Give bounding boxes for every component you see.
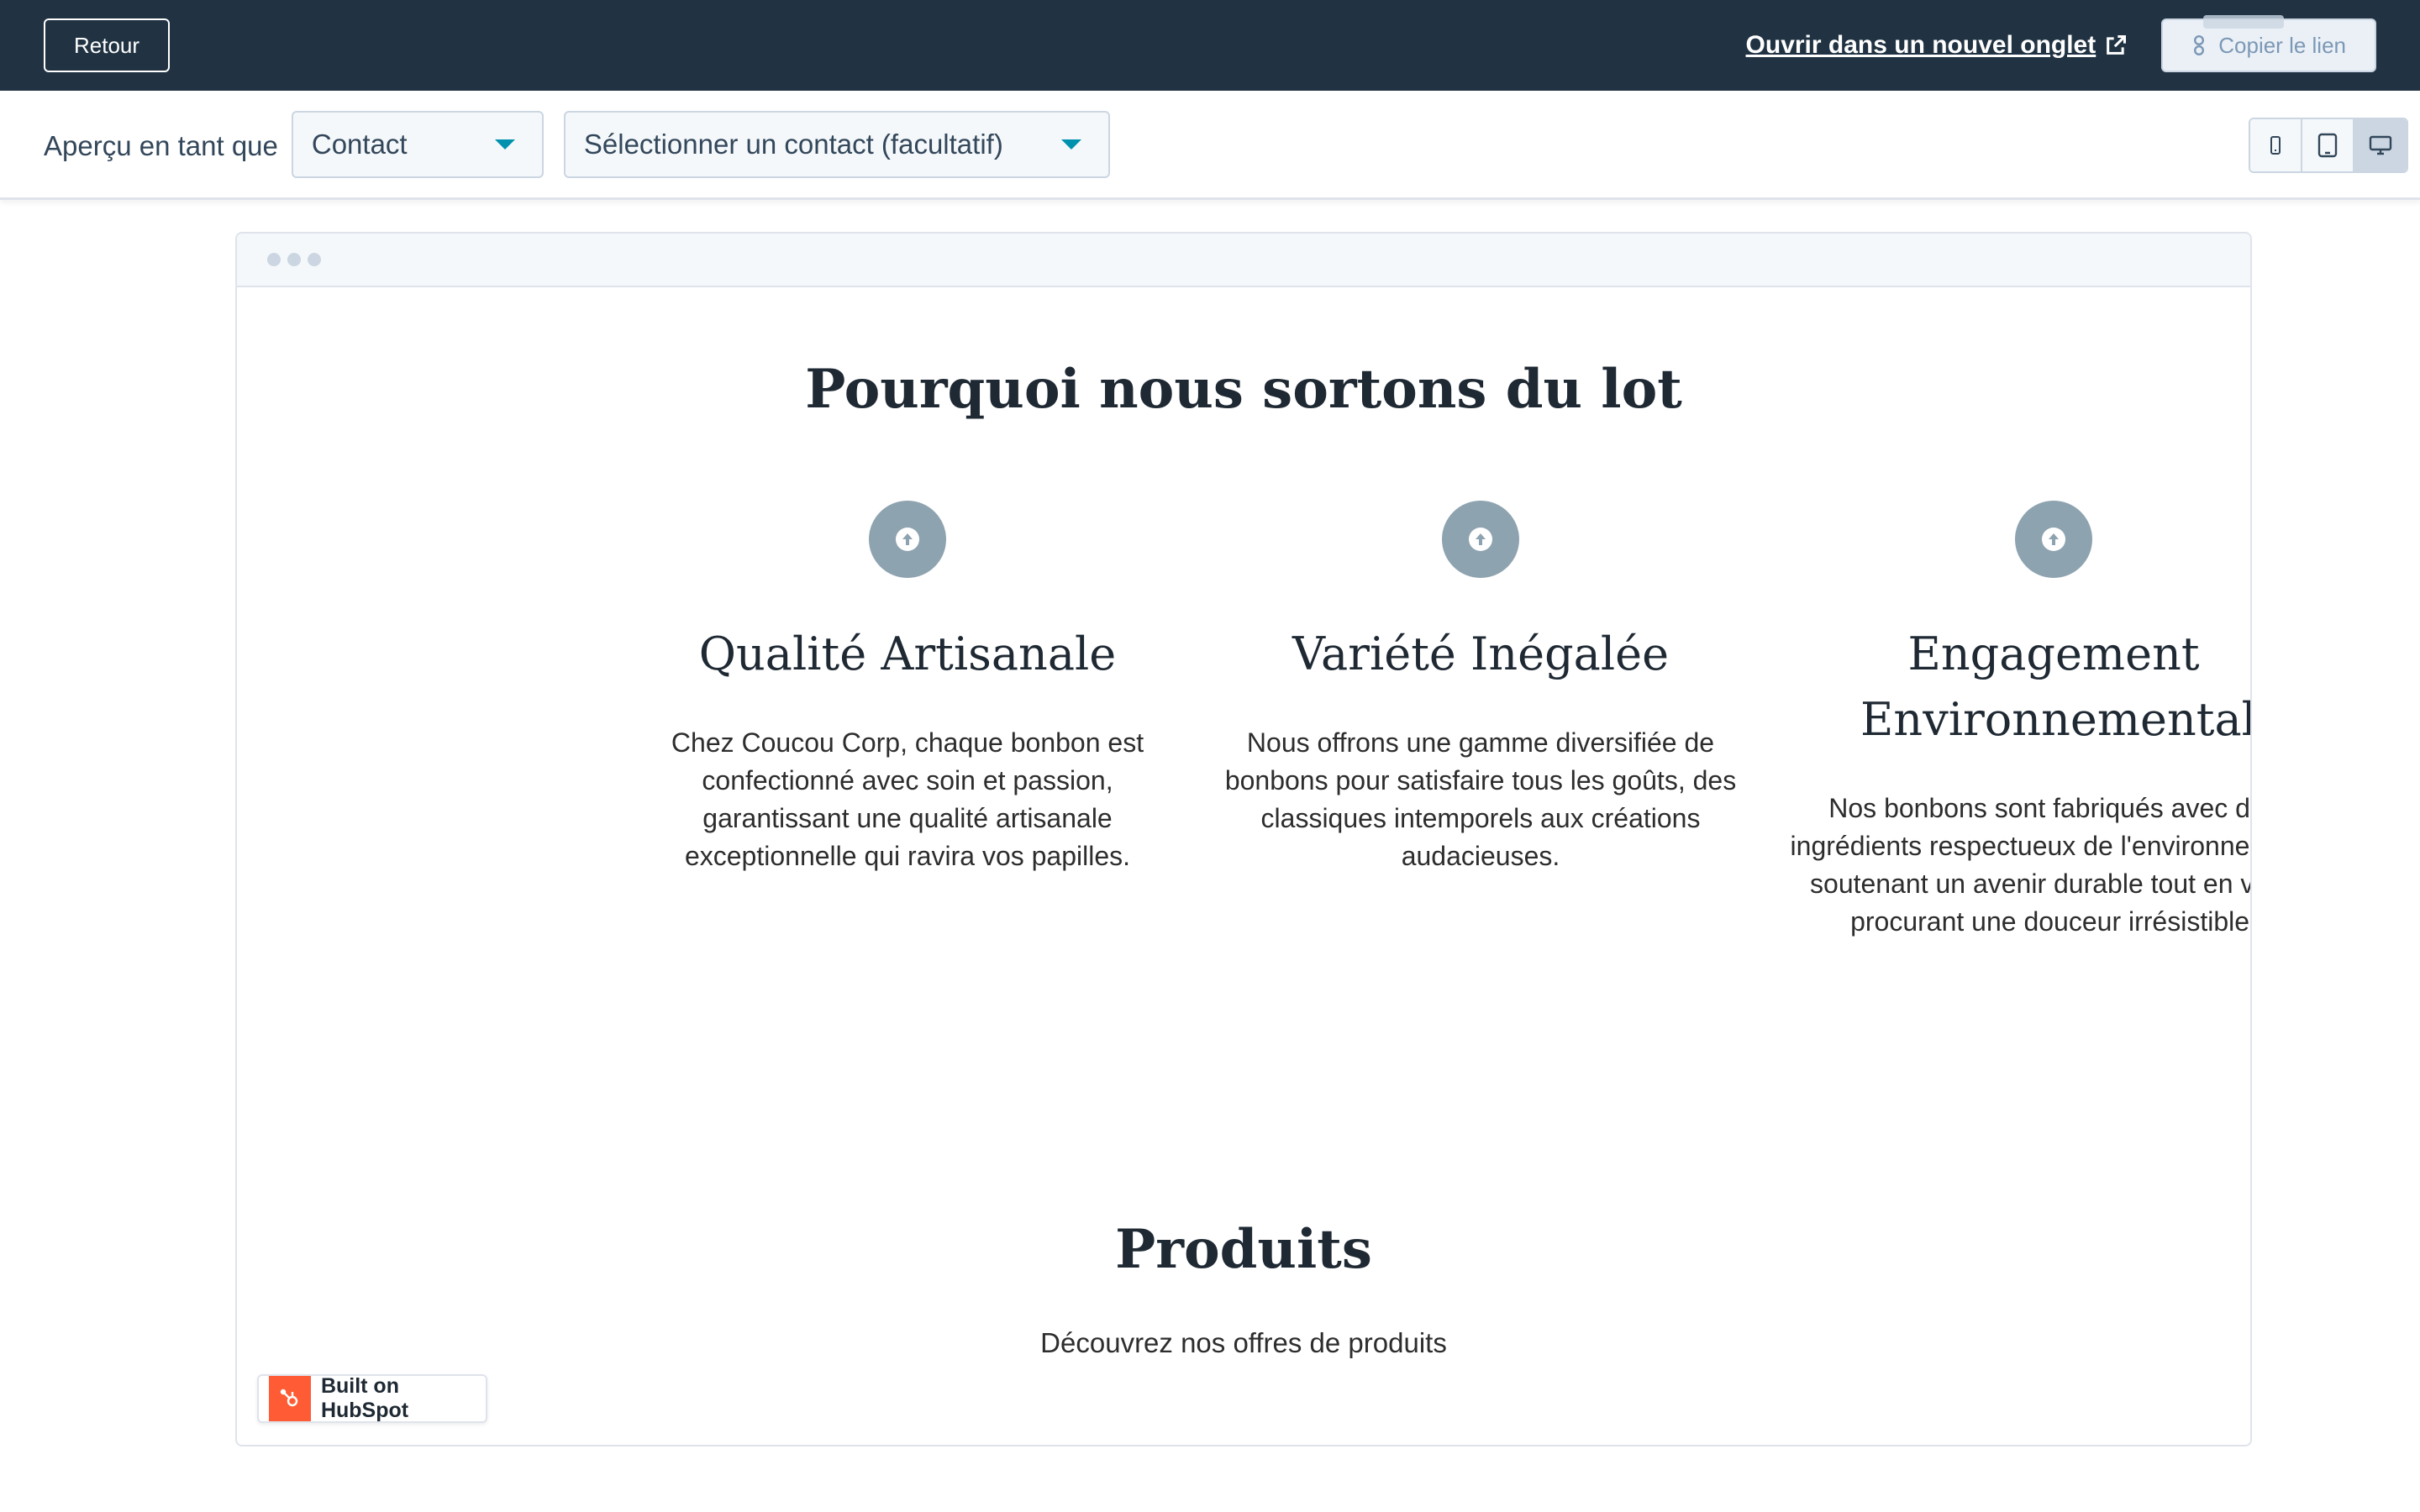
why-us-title: Pourquoi nous sortons du lot [805, 358, 1682, 421]
product-image-edge [403, 1445, 1084, 1446]
badge-label: Built on HubSpot [320, 1374, 409, 1422]
contact-select-dropdown[interactable]: Sélectionner un contact (facultatif) [563, 110, 1110, 178]
top-bar: Retour Ouvrir dans un nouvel onglet Copi… [0, 0, 2420, 91]
products-subtitle: Découvrez nos offres de produits [1040, 1327, 1447, 1358]
tooltip-hint [2203, 15, 2285, 29]
link-icon [2194, 35, 2205, 55]
device-switcher [2249, 118, 2408, 173]
feature-title: Engagement Environnemental [1860, 627, 2252, 746]
arrow-up-circle-icon [2042, 528, 2065, 551]
feature-title: Variété Inégalée [1292, 627, 1670, 680]
built-on-hubspot-badge[interactable]: Built on HubSpot [257, 1374, 487, 1423]
feature-icon-circle [1442, 501, 1519, 578]
desktop-icon [2369, 135, 2392, 155]
preview-type-dropdown[interactable]: Contact [291, 110, 544, 178]
mobile-icon [2270, 136, 2281, 155]
feature-card: Qualité Artisanale Chez Coucou Corp, cha… [639, 501, 1176, 875]
feature-icon-circle [869, 501, 946, 578]
feature-text: Chez Coucou Corp, chaque bonbon est conf… [671, 727, 1144, 871]
back-button[interactable]: Retour [44, 18, 171, 72]
copy-link-label: Copier le lien [2218, 32, 2346, 58]
desktop-view-button[interactable] [2354, 119, 2407, 171]
mobile-view-button[interactable] [2250, 119, 2302, 171]
preview-type-value: Contact [311, 128, 408, 160]
preview-toolbar: Aperçu en tant que Contact Sélectionner … [0, 91, 2420, 200]
arrow-up-circle-icon [896, 528, 919, 551]
window-dot [267, 253, 281, 266]
feature-card: Variété Inégalée Nous offrons une gamme … [1212, 501, 1749, 875]
window-dot [287, 253, 301, 266]
arrow-up-circle-icon [1469, 528, 1492, 551]
chevron-down-icon [1060, 139, 1081, 150]
open-new-tab-link[interactable]: Ouvrir dans un nouvel onglet [1746, 31, 2128, 60]
open-new-tab-label: Ouvrir dans un nouvel onglet [1745, 31, 2096, 59]
feature-card: Engagement Environnemental Nos bonbons s… [1785, 501, 2252, 941]
tablet-icon [2317, 133, 2338, 158]
chevron-down-icon [494, 139, 515, 150]
products-title: Produits [1115, 1218, 1372, 1281]
browser-chrome [237, 234, 2250, 287]
feature-title: Qualité Artisanale [698, 627, 1117, 680]
preview-as-label: Aperçu en tant que [44, 129, 278, 161]
feature-icon-circle [2015, 501, 2092, 578]
tablet-view-button[interactable] [2302, 119, 2354, 171]
window-dot [308, 253, 321, 266]
feature-text: Nos bonbons sont fabriqués avec des ingr… [1790, 793, 2252, 937]
copy-link-button[interactable]: Copier le lien [2161, 15, 2376, 72]
topbar-actions: Ouvrir dans un nouvel onglet Copier le l… [1746, 15, 2376, 72]
preview-page: Pourquoi nous sortons du lot Qualité Art… [237, 287, 2252, 1446]
hubspot-logo-icon [269, 1376, 311, 1421]
external-link-icon [2107, 34, 2127, 55]
preview-frame: Pourquoi nous sortons du lot Qualité Art… [235, 232, 2252, 1446]
feature-text: Nous offrons une gamme diversifiée de bo… [1224, 727, 1737, 871]
contact-select-value: Sélectionner un contact (facultatif) [583, 128, 1003, 160]
